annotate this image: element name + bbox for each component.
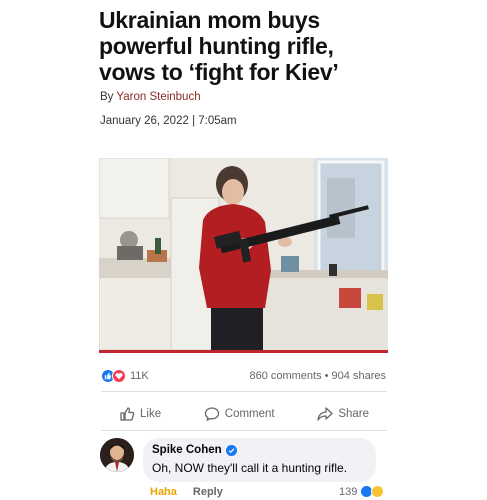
love-reaction-icon [112,369,126,383]
share-icon [317,407,333,421]
comments-shares-stats[interactable]: 860 comments • 904 shares [249,370,386,382]
divider-top [101,391,387,392]
haha-reaction-button[interactable]: Haha [150,486,177,498]
comment-reaction-count: 139 [339,485,358,498]
comment-bubble: Spike Cohen Oh, NOW they'll call it a hu… [143,438,376,482]
headline-line-1: Ukrainian mom buys [99,7,320,33]
commenter-name-row: Spike Cohen [152,444,237,456]
reaction-count: 11K [130,370,149,382]
like-label: Like [140,408,162,420]
commenter-name[interactable]: Spike Cohen [152,444,222,456]
byline: By Yaron Steinbuch [100,91,201,103]
article-photo[interactable] [99,158,388,350]
haha-reaction-icon [371,485,385,498]
thumbs-up-icon [120,407,135,421]
comment-actions: Haha Reply [150,486,223,498]
comment-text: Oh, NOW they'll call it a hunting rifle. [152,461,348,475]
publish-date: January 26, 2022 | 7:05am [100,115,237,127]
headline-line-2: powerful hunting rifle, [99,33,334,59]
share-label: Share [338,408,369,420]
comment-icon [204,407,219,422]
comment-button[interactable]: Comment [186,406,293,422]
kitchen-photo-illustration [99,158,388,350]
share-button[interactable]: Share [299,406,387,422]
divider-bottom [101,430,387,431]
reply-button[interactable]: Reply [193,486,223,498]
post-actions-bar: Like Comment Share [101,400,387,428]
byline-prefix: By [100,91,117,103]
accent-bar [99,350,388,353]
person-portrait-icon [100,438,134,472]
comment-reaction-summary[interactable]: 139 [339,485,385,498]
author-link[interactable]: Yaron Steinbuch [116,91,200,103]
article-headline[interactable]: Ukrainian mom buys powerful hunting rifl… [99,7,399,85]
comment-label: Comment [224,408,275,420]
post-reactions[interactable]: 11K [101,369,149,383]
screenshot: Ukrainian mom buys powerful hunting rifl… [0,0,487,500]
like-button[interactable]: Like [101,406,179,422]
verified-badge-icon [225,444,237,456]
commenter-avatar[interactable] [100,438,134,472]
headline-line-3: vows to ‘fight for Kiev’ [99,59,339,85]
